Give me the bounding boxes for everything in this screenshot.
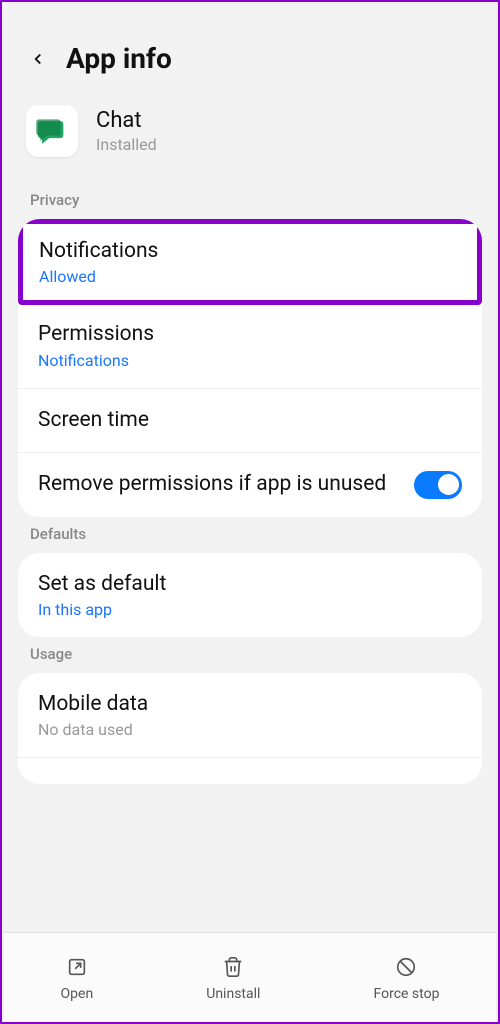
header: App info [18, 22, 482, 105]
section-title-defaults: Defaults [18, 517, 482, 553]
row-mobile-data[interactable]: Mobile data No data used [18, 673, 482, 758]
section-title-privacy: Privacy [18, 183, 482, 219]
back-icon[interactable] [26, 47, 50, 71]
toggle-remove-permissions[interactable] [414, 471, 462, 499]
row-sub: In this app [38, 600, 462, 619]
row-permissions[interactable]: Permissions Notifications [18, 303, 482, 388]
uninstall-button[interactable]: Uninstall [206, 954, 260, 1002]
row-sub: No data used [38, 720, 462, 739]
forcestop-label: Force stop [374, 986, 440, 1002]
section-title-usage: Usage [18, 637, 482, 673]
open-label: Open [61, 986, 94, 1002]
open-button[interactable]: Open [61, 954, 94, 1002]
row-title: Remove permissions if app is unused [38, 471, 414, 498]
row-screentime[interactable]: Screen time [18, 389, 482, 453]
row-set-default[interactable]: Set as default In this app [18, 553, 482, 637]
app-status: Installed [96, 135, 157, 154]
row-title: Permissions [38, 321, 462, 348]
card-usage: Mobile data No data used [18, 673, 482, 784]
trash-icon [220, 954, 246, 980]
row-notifications[interactable]: Notifications Allowed [23, 224, 477, 300]
row-title: Set as default [38, 571, 462, 598]
highlight-notifications: Notifications Allowed [18, 219, 482, 305]
row-sub: Allowed [39, 267, 461, 286]
uninstall-label: Uninstall [206, 986, 260, 1002]
open-icon [64, 954, 90, 980]
app-summary: Chat Installed [18, 105, 482, 183]
forcestop-button[interactable]: Force stop [374, 954, 440, 1002]
row-remove-permissions[interactable]: Remove permissions if app is unused [18, 453, 482, 517]
app-name: Chat [96, 108, 157, 133]
bottom-bar: Open Uninstall Force stop [4, 932, 496, 1022]
row-partial [18, 758, 482, 784]
card-privacy: Notifications Allowed Permissions Notifi… [18, 219, 482, 517]
row-title: Mobile data [38, 691, 462, 718]
card-defaults: Set as default In this app [18, 553, 482, 637]
row-title: Notifications [39, 238, 461, 265]
stop-icon [393, 954, 419, 980]
row-title: Screen time [38, 407, 462, 434]
row-sub: Notifications [38, 351, 462, 370]
page-title: App info [66, 42, 172, 75]
app-icon [26, 105, 78, 157]
